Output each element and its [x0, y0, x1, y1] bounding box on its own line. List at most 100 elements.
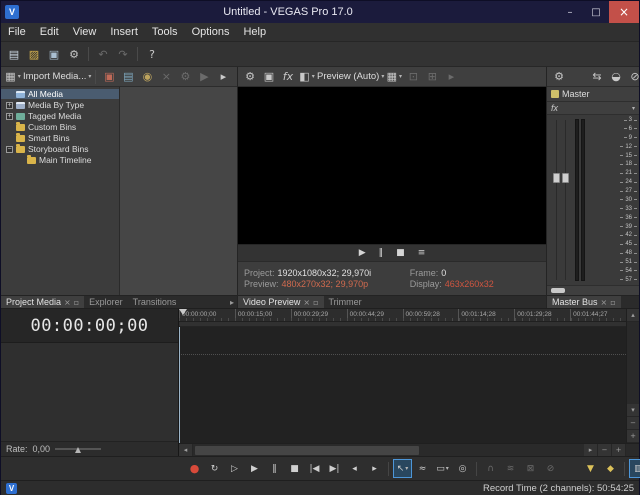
mb-spacer[interactable] — [569, 68, 587, 86]
preview-play-button[interactable]: ▶ — [359, 248, 366, 258]
video-output-fx-button[interactable]: fx — [279, 68, 297, 86]
overlays-grid-button[interactable]: ▦▾ — [385, 68, 403, 86]
menu-tools[interactable]: Tools — [145, 23, 185, 41]
close-button[interactable]: × — [609, 1, 639, 23]
tree-item-all-media[interactable]: All Media — [1, 89, 119, 99]
menu-help[interactable]: Help — [236, 23, 273, 41]
tab-project-media[interactable]: Project Media×▫ — [1, 296, 84, 308]
menu-insert[interactable]: Insert — [103, 23, 145, 41]
pv-overflow-button[interactable]: ▸ — [442, 68, 460, 86]
stop-button[interactable]: ■ — [285, 459, 304, 478]
tree-expander[interactable]: − — [6, 146, 13, 153]
rate-slider-thumb[interactable] — [75, 447, 81, 453]
remove-media-button[interactable]: × — [157, 68, 175, 86]
ignore-event-grouping-button[interactable]: ⊘ — [541, 459, 560, 478]
bus-fx-button[interactable]: fx — [551, 103, 558, 113]
zoom-edit-tool-button[interactable]: ◎ — [453, 459, 472, 478]
transport-separator[interactable] — [624, 462, 625, 476]
go-to-end-button[interactable]: ▶| — [325, 459, 344, 478]
pm-separator[interactable] — [95, 70, 96, 84]
pan-fader-handle[interactable] — [551, 288, 565, 293]
import-media-button[interactable]: Import Media...▾ — [23, 68, 91, 86]
save-snapshot-button[interactable]: ⊞ — [423, 68, 441, 86]
transport-separator[interactable] — [476, 462, 477, 476]
panel-close-icon[interactable]: × — [601, 298, 608, 307]
lock-envelopes-button[interactable]: ⊠ — [521, 459, 540, 478]
panel-pin-icon[interactable]: ▫ — [313, 298, 318, 307]
tab-scroll-right-icon[interactable]: ▸ — [227, 296, 237, 308]
auto-ripple-button[interactable]: ≋ — [501, 459, 520, 478]
master-properties-button[interactable]: ⚙ — [550, 68, 568, 86]
insert-marker-button[interactable]: ▼ — [581, 459, 600, 478]
volume-fader-right[interactable] — [562, 173, 569, 183]
tree-expander[interactable]: + — [6, 113, 13, 120]
maximize-button[interactable]: □ — [583, 1, 609, 23]
dim-output-button[interactable]: ◒ — [607, 68, 625, 86]
timecode-display[interactable]: 00:00:00;00 — [1, 309, 178, 343]
scroll-up-icon[interactable]: ▴ — [627, 309, 639, 322]
split-screen-view-button[interactable]: ◧▾ — [298, 68, 316, 86]
menu-view[interactable]: View — [66, 23, 104, 41]
tab-trimmer[interactable]: Trimmer — [324, 296, 367, 308]
tab-explorer[interactable]: Explorer — [84, 296, 128, 308]
mute-output-button[interactable]: ⊘ — [626, 68, 640, 86]
tree-item-custom-bins[interactable]: Custom Bins — [1, 122, 119, 132]
extract-audio-from-cd-button[interactable]: ◉ — [138, 68, 156, 86]
scroll-right-icon[interactable]: ▸ — [584, 444, 598, 456]
normal-edit-tool-button[interactable]: ↖▾ — [393, 459, 412, 478]
auto-preview-button[interactable]: ▶ — [195, 68, 213, 86]
downmix-output-button[interactable]: ⇆ — [588, 68, 606, 86]
preview-options-button[interactable]: ≡ — [418, 248, 426, 258]
mixer-toggle-button[interactable]: ▥ — [629, 459, 640, 478]
pm-overflow-button[interactable]: ▸ — [214, 68, 232, 86]
selection-edit-tool-button[interactable]: ▭▾ — [433, 459, 452, 478]
new-project-button[interactable]: ▤ — [5, 45, 23, 63]
media-views-button[interactable]: ▦▾ — [4, 68, 22, 86]
cursor-marker-icon[interactable] — [179, 309, 187, 315]
project-video-properties-button[interactable]: ⚙ — [241, 68, 259, 86]
preview-quality-dropdown[interactable]: Preview (Auto)▾ — [317, 68, 384, 86]
menu-options[interactable]: Options — [185, 23, 237, 41]
capture-video-button[interactable]: ▣ — [100, 68, 118, 86]
save-button[interactable]: ▣ — [45, 45, 63, 63]
insert-region-button[interactable]: ◆ — [601, 459, 620, 478]
pause-button[interactable]: ‖ — [265, 459, 284, 478]
panel-close-icon[interactable]: × — [64, 298, 71, 307]
record-button[interactable]: ● — [185, 459, 204, 478]
tree-item-smart-bins[interactable]: Smart Bins — [1, 133, 119, 143]
play-from-start-button[interactable]: ▷ — [225, 459, 244, 478]
volume-fader-left[interactable] — [553, 173, 560, 183]
media-properties-button[interactable]: ⚙ — [176, 68, 194, 86]
panel-pin-icon[interactable]: ▫ — [610, 298, 615, 307]
playhead-cursor[interactable] — [179, 327, 180, 443]
open-button[interactable]: ▨ — [25, 45, 43, 63]
next-frame-button[interactable]: ▸ — [365, 459, 384, 478]
media-file-list[interactable] — [120, 87, 237, 295]
whats-this-help-button[interactable]: ? — [143, 45, 161, 63]
tab-transitions[interactable]: Transitions — [128, 296, 182, 308]
tree-expander[interactable]: + — [6, 102, 13, 109]
preview-stop-button[interactable]: ■ — [396, 248, 405, 258]
copy-snapshot-button[interactable]: ⊡ — [404, 68, 422, 86]
track-zoom-in-button[interactable]: + — [627, 430, 639, 443]
envelope-edit-tool-button[interactable]: ≈ — [413, 459, 432, 478]
time-zoom-in-button[interactable]: + — [612, 444, 626, 456]
previous-frame-button[interactable]: ◂ — [345, 459, 364, 478]
timeline-ruler[interactable]: 00:00:00;0000:00:15;0000:00:29;2900:00:4… — [179, 309, 626, 322]
video-preview-screen[interactable] — [238, 87, 546, 244]
menu-file[interactable]: File — [1, 23, 33, 41]
panel-pin-icon[interactable]: ▫ — [74, 298, 79, 307]
tree-item-main-timeline[interactable]: Main Timeline — [1, 155, 119, 165]
menu-edit[interactable]: Edit — [33, 23, 66, 41]
go-to-start-button[interactable]: |◀ — [305, 459, 324, 478]
play-button[interactable]: ▶ — [245, 459, 264, 478]
get-photo-button[interactable]: ▤ — [119, 68, 137, 86]
loop-playback-button[interactable]: ↻ — [205, 459, 224, 478]
redo-button[interactable]: ↷ — [114, 45, 132, 63]
undo-button[interactable]: ↶ — [94, 45, 112, 63]
external-monitor-button[interactable]: ▣ — [260, 68, 278, 86]
transport-spacer[interactable] — [561, 459, 580, 478]
tree-item-storyboard-bins[interactable]: − Storyboard Bins — [1, 144, 119, 154]
toolbar-separator[interactable] — [137, 47, 138, 61]
track-zoom-out-button[interactable]: − — [627, 417, 639, 430]
